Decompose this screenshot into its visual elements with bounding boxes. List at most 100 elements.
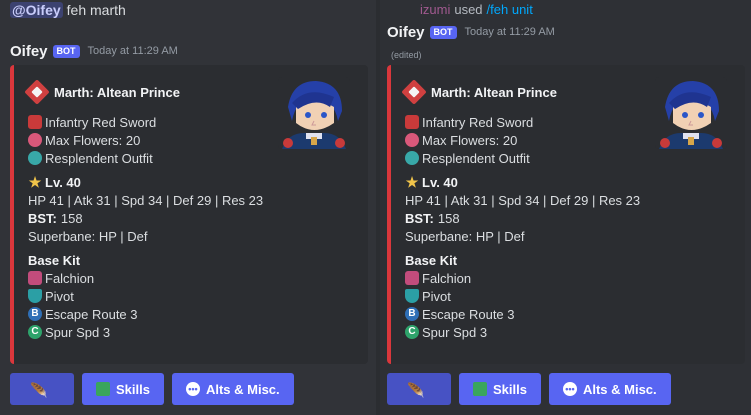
weapon-type-line: Infantry Red Sword [28,113,263,131]
embed-title: Marth: Altean Prince [401,79,557,105]
skill-b-text: Escape Route 3 [45,306,138,322]
weapon-type-line: Infantry Red Sword [405,113,640,131]
outfit-text: Resplendent Outfit [422,150,530,166]
stats-line: HP 41 | Atk 31 | Spd 34 | Def 29 | Res 2… [405,192,641,208]
skill-b-line: B Escape Route 3 [405,305,640,323]
unit-embed: Marth: Altean Prince Infantry Red Sword … [387,65,745,364]
bst-value: 158 [60,210,83,226]
alts-button-label: Alts & Misc. [205,381,280,397]
reply-used: used [454,1,483,17]
bot-username[interactable]: Oifey [387,24,425,41]
unit-button[interactable]: 🪶 [387,373,451,405]
embed-body: Infantry Red Sword Max Flowers: 20 Respl… [405,113,640,341]
alts-misc-button[interactable]: ••• Alts & Misc. [548,373,671,405]
flower-icon [28,133,42,147]
base-kit-heading: Base Kit [28,252,81,268]
bst-line: BST: 158 [28,209,263,227]
reply-command[interactable]: /feh unit [487,2,533,17]
skill-c-text: Spur Spd 3 [45,324,111,340]
alts-button-label: Alts & Misc. [582,381,657,397]
outfit-icon [28,151,42,165]
skill-b-text: Escape Route 3 [422,306,515,322]
level-text: Lv. 40 [45,174,81,190]
level-line: ★ Lv. 40 [405,173,640,191]
skill-c-line: C Spur Spd 3 [405,323,640,341]
weapon-type-text: Infantry Red Sword [45,114,157,130]
star-icon: ★ [28,174,42,190]
skill-b-line: B Escape Route 3 [28,305,263,323]
timestamp: Today at 11:29 AM [87,45,178,57]
embed-title-text: Marth: Altean Prince [431,84,557,100]
chat-icon: ••• [562,382,577,396]
bot-username[interactable]: Oifey [10,43,48,60]
embed-title-text: Marth: Altean Prince [54,84,180,100]
command-reply-line: izumi used /feh unit [420,0,533,18]
book-icon [96,382,110,396]
left-pane: @Oifey feh marth Oifey BOT Today at 11:2… [0,0,376,415]
bst-label: BST: [405,210,434,226]
skill-weapon-line: Falchion [405,269,640,287]
mention[interactable]: @Oifey [10,2,63,18]
crest-icon [401,79,427,105]
command-text: feh marth [66,2,126,18]
unit-button[interactable]: 🪶 [10,373,74,405]
skill-weapon-line: Falchion [28,269,263,287]
shield-icon [28,289,42,303]
skills-button-label: Skills [116,381,150,397]
skill-weapon-text: Falchion [422,270,472,286]
message-header: Oifey BOT Today at 11:29 AM [387,22,555,42]
alts-misc-button[interactable]: ••• Alts & Misc. [171,373,294,405]
c-skill-icon: C [28,325,42,339]
crest-icon [24,79,50,105]
b-skill-icon: B [405,307,419,321]
level-line: ★ Lv. 40 [28,173,263,191]
bst-line: BST: 158 [405,209,640,227]
outfit-text: Resplendent Outfit [45,150,153,166]
b-skill-icon: B [28,307,42,321]
flowers-line: Max Flowers: 20 [405,131,640,149]
button-row: 🪶 Skills ••• Alts & Misc. [10,373,294,405]
weapon-type-text: Infantry Red Sword [422,114,534,130]
unit-portrait [278,77,350,149]
red-sword-icon [28,115,42,129]
bst-value: 158 [437,210,460,226]
user-command: @Oifey feh marth [10,0,126,20]
base-kit-heading: Base Kit [405,252,458,268]
superbane-line: Superbane: HP | Def [28,228,148,244]
embed-title: Marth: Altean Prince [24,79,180,105]
bst-label: BST: [28,210,57,226]
unit-embed: Marth: Altean Prince Infantry Red Sword … [10,65,368,364]
superbane-line: Superbane: HP | Def [405,228,525,244]
skill-assist-line: Pivot [28,287,263,305]
button-row: 🪶 Skills ••• Alts & Misc. [387,373,671,405]
chat-icon: ••• [185,382,200,396]
feather-icon: 🪶 [407,382,425,398]
skill-c-line: C Spur Spd 3 [28,323,263,341]
feather-icon: 🪶 [30,382,48,398]
flowers-line: Max Flowers: 20 [28,131,263,149]
flower-icon [405,133,419,147]
right-pane: izumi used /feh unit Oifey BOT Today at … [380,0,751,415]
skill-weapon-text: Falchion [45,270,95,286]
star-icon: ★ [405,174,419,190]
shield-icon [405,289,419,303]
skills-button[interactable]: Skills [82,373,164,405]
bot-badge: BOT [52,44,80,58]
unit-portrait [655,77,727,149]
outfit-line: Resplendent Outfit [28,149,263,167]
sword-icon [28,271,42,285]
flowers-text: Max Flowers: 20 [422,132,518,148]
stats-line: HP 41 | Atk 31 | Spd 34 | Def 29 | Res 2… [28,192,264,208]
skill-c-text: Spur Spd 3 [422,324,488,340]
outfit-icon [405,151,419,165]
skills-button[interactable]: Skills [459,373,541,405]
reply-username[interactable]: izumi [420,2,450,17]
embed-body: Infantry Red Sword Max Flowers: 20 Respl… [28,113,263,341]
timestamp: Today at 11:29 AM [464,26,555,38]
skill-assist-text: Pivot [45,288,74,304]
bot-badge: BOT [429,25,457,39]
skill-assist-line: Pivot [405,287,640,305]
book-icon [473,382,487,396]
red-sword-icon [405,115,419,129]
message-header: Oifey BOT Today at 11:29 AM [10,41,178,61]
